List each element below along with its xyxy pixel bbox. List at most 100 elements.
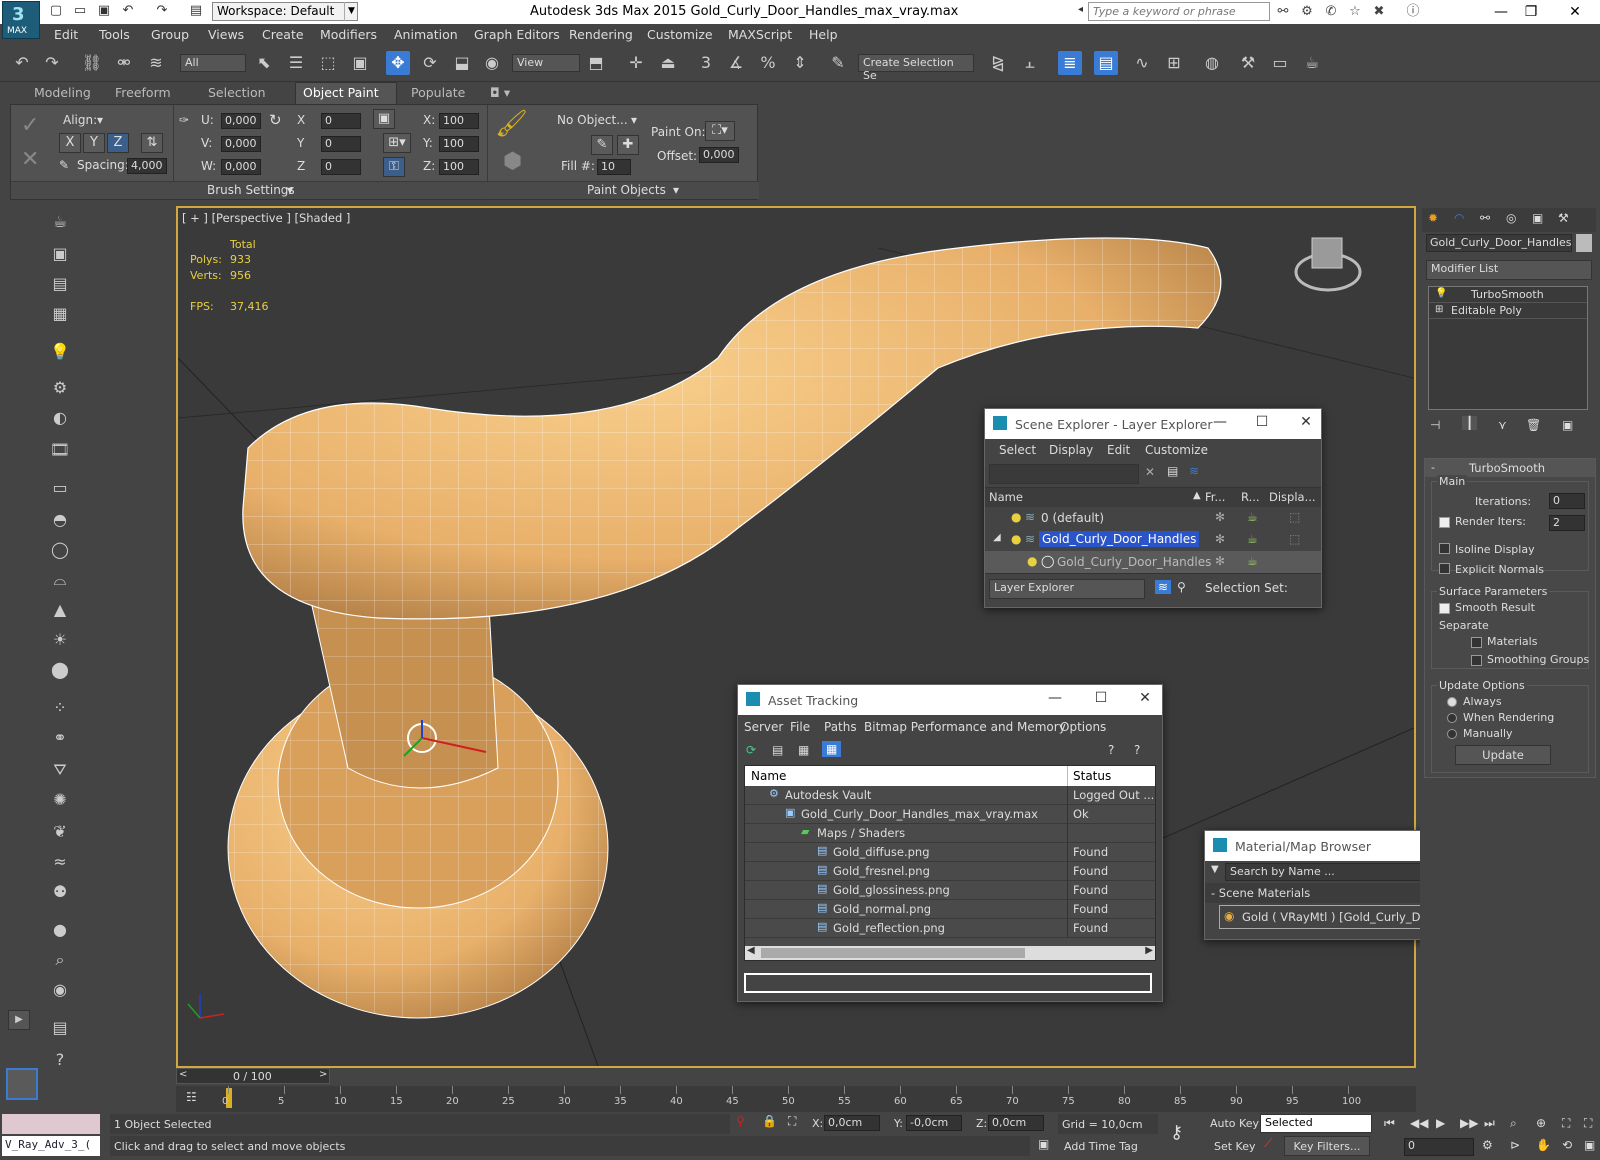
gear-icon[interactable]: ✺: [48, 788, 72, 812]
binoculars-icon[interactable]: ⚯: [1274, 3, 1292, 21]
key-filter-icon[interactable]: ⟋: [1264, 1136, 1272, 1151]
save-file-icon[interactable]: ▣: [96, 3, 112, 19]
teapot-icon[interactable]: ☕: [1247, 554, 1258, 568]
configure-sets-icon[interactable]: ▣: [1562, 418, 1573, 432]
object-name-field[interactable]: Gold_Curly_Door_Handles: [1426, 234, 1572, 252]
maximize-icon[interactable]: ☐: [1251, 414, 1273, 434]
chevron-right-icon[interactable]: ▶: [1145, 945, 1153, 956]
subscription-icon[interactable]: ⚙: [1298, 3, 1316, 21]
curve-editor-icon[interactable]: ∿: [1130, 51, 1154, 75]
render-setup-icon[interactable]: ⚒: [1236, 51, 1260, 75]
molecule-icon[interactable]: ⚭: [48, 726, 72, 750]
tree-row[interactable]: ● ≋ 0 (default) ✻ ☕ ⬚: [985, 507, 1321, 529]
always-radio[interactable]: [1447, 697, 1457, 707]
render-teapot-icon[interactable]: ☕: [1300, 51, 1324, 75]
lock-scale-icon[interactable]: ⚿: [383, 157, 405, 177]
scene-explorer-window[interactable]: Scene Explorer - Layer Explorer — ☐ ✕ Se…: [984, 408, 1322, 608]
ribbon-options-icon[interactable]: ◘ ▾: [490, 85, 510, 100]
scene-explorer-icon[interactable]: ▤: [1094, 51, 1118, 75]
menu-group[interactable]: Group: [151, 27, 189, 42]
horizontal-scrollbar[interactable]: ◀ ▶: [745, 945, 1155, 960]
spinner-snap-icon[interactable]: ⇕: [788, 51, 812, 75]
paint-objects-label[interactable]: Paint Objects: [587, 183, 666, 197]
light-bulb-icon[interactable]: 💡: [48, 340, 72, 364]
current-frame-spinner[interactable]: 0: [1404, 1138, 1474, 1156]
iterations-spinner[interactable]: 0: [1549, 493, 1585, 509]
minimize-icon[interactable]: —: [1486, 2, 1516, 22]
chevron-down-icon[interactable]: ▾: [287, 183, 293, 197]
menu-graph-editors[interactable]: Graph Editors: [474, 27, 560, 42]
freeze-icon[interactable]: ✻: [1215, 554, 1225, 568]
maxscript-listener-pink[interactable]: [2, 1114, 100, 1134]
named-selection-set-dropdown[interactable]: Create Selection Se: [858, 54, 974, 82]
modify-icon[interactable]: ◠: [1454, 211, 1464, 225]
grid-sphere-icon[interactable]: ⌓: [48, 568, 72, 592]
select-manipulate-icon[interactable]: ✛: [624, 51, 648, 75]
view-cube[interactable]: [1294, 237, 1362, 292]
align-icon[interactable]: ⫠: [1018, 51, 1042, 75]
place-icon[interactable]: ◉: [480, 51, 504, 75]
percent-snap-icon[interactable]: %: [756, 51, 780, 75]
help-context-icon[interactable]: ?: [1134, 743, 1140, 757]
move-icon[interactable]: ✥: [386, 51, 410, 75]
layer-explorer-icon[interactable]: ≣: [1058, 51, 1082, 75]
asset-tracking-window[interactable]: Asset Tracking — ☐ ✕ Server File Paths B…: [737, 684, 1163, 1002]
axis-y-button[interactable]: Y: [83, 133, 105, 153]
teapot-icon[interactable]: ☕: [1247, 532, 1258, 546]
teapot-icon[interactable]: ☕: [1247, 510, 1258, 524]
fill-object-icon[interactable]: ⬢: [503, 149, 522, 174]
menu-options[interactable]: Options: [1060, 720, 1106, 734]
sphere-half-icon[interactable]: ◐: [48, 406, 72, 430]
hair-icon[interactable]: ≈: [48, 850, 72, 874]
chevron-down-icon[interactable]: ▾: [97, 113, 103, 127]
table-row[interactable]: ▤ Gold_glossiness.png Found: [745, 881, 1155, 900]
viewport-label[interactable]: [ + ] [Perspective ] [Shaded ]: [182, 211, 350, 225]
add-time-tag[interactable]: Add Time Tag: [1064, 1140, 1138, 1153]
tab-freeform[interactable]: Freeform: [115, 85, 171, 100]
scrollbar-thumb[interactable]: [761, 948, 1025, 958]
go-to-end-icon[interactable]: ⏭: [1484, 1116, 1495, 1131]
isolate-pin-icon[interactable]: ⚲: [736, 1114, 745, 1128]
table-row[interactable]: ▤ Gold_diffuse.png Found: [745, 843, 1155, 862]
fill-spinner[interactable]: 10: [597, 159, 631, 175]
table-row[interactable]: ▤ Gold_fresnel.png Found: [745, 862, 1155, 881]
object-name[interactable]: Gold_Curly_Door_Handles: [1057, 555, 1211, 569]
x-coord-spinner[interactable]: 0,0cm: [824, 1115, 880, 1131]
keyboard-shortcut-icon[interactable]: ⏏: [656, 51, 680, 75]
favorites-star-icon[interactable]: ☆: [1346, 3, 1364, 21]
flip-axis-icon[interactable]: ⇅: [141, 133, 163, 153]
app-logo[interactable]: 3 MAX: [2, 1, 40, 39]
exchange-icon[interactable]: ✖: [1370, 3, 1388, 21]
table-view-icon[interactable]: ▦: [822, 741, 842, 757]
key-icon[interactable]: ⚷: [1170, 1122, 1183, 1143]
freeze-icon[interactable]: ✻: [1215, 532, 1225, 546]
tree-row[interactable]: ◢ ● ≋ Gold_Curly_Door_Handles ✻ ☕ ⬚: [985, 529, 1321, 551]
list-view-icon[interactable]: ▤: [772, 743, 783, 757]
menu-rendering[interactable]: Rendering: [569, 27, 633, 42]
light-bulb-icon[interactable]: 💡: [1435, 288, 1447, 299]
display-box-icon[interactable]: ⬚: [1289, 532, 1300, 546]
redo-icon[interactable]: ↷: [154, 3, 170, 19]
paint-on-grid-icon[interactable]: ⛶▾: [705, 121, 735, 141]
offset-spinner[interactable]: 0,000: [699, 147, 739, 163]
menu-views[interactable]: Views: [208, 27, 244, 42]
maximize-icon[interactable]: ❐: [1516, 2, 1546, 22]
magnifier-icon[interactable]: ⌕: [48, 948, 72, 972]
key-filters-button[interactable]: Key Filters...: [1284, 1136, 1370, 1156]
when-rendering-radio[interactable]: [1447, 713, 1457, 723]
pin-stack-icon[interactable]: ⊣: [1430, 418, 1440, 432]
smooth-result-checkbox[interactable]: [1439, 603, 1450, 614]
orbit-icon[interactable]: ⟲: [1562, 1138, 1572, 1152]
menu-create[interactable]: Create: [262, 27, 304, 42]
col-status[interactable]: Status: [1073, 769, 1111, 783]
minimize-icon[interactable]: —: [1044, 690, 1066, 710]
col-name[interactable]: Name: [989, 490, 1023, 504]
render-frame-icon[interactable]: ▣: [48, 242, 72, 266]
display-icon[interactable]: ▣: [1532, 211, 1543, 225]
scale-z-spinner[interactable]: 100: [439, 159, 479, 175]
window-crossing-icon[interactable]: ▣: [348, 51, 372, 75]
dome-light-icon[interactable]: ◓: [48, 508, 72, 532]
menu-tools[interactable]: Tools: [99, 27, 130, 42]
table-row[interactable]: ⚙ Autodesk Vault Logged Out ...: [745, 786, 1155, 805]
scale-icon[interactable]: ⬓: [450, 51, 474, 75]
